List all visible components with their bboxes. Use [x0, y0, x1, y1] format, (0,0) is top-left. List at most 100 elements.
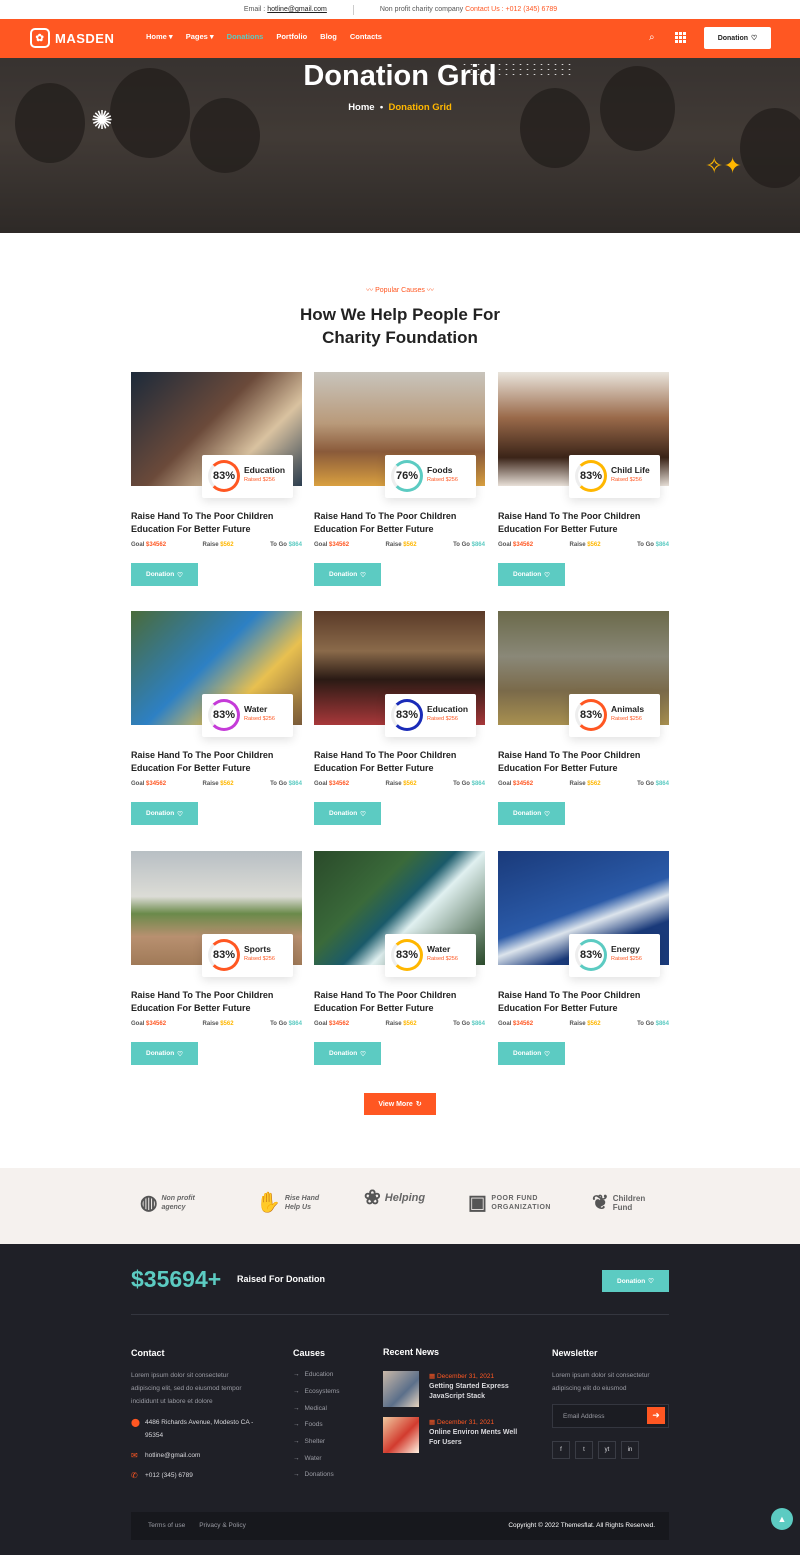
- donation-button[interactable]: Donation ♡: [498, 563, 565, 586]
- cause-title[interactable]: Raise Hand To The Poor Children Educatio…: [131, 749, 302, 775]
- linkedin-icon[interactable]: in: [621, 1441, 639, 1459]
- page-title: Donation Grid: [303, 60, 497, 92]
- donation-button[interactable]: Donation ♡: [314, 802, 381, 825]
- togo-stat: To Go $864: [637, 781, 669, 787]
- grid-menu-icon[interactable]: [675, 32, 686, 43]
- cause-title[interactable]: Raise Hand To The Poor Children Educatio…: [131, 989, 302, 1015]
- cause-link[interactable]: → Water: [293, 1455, 322, 1462]
- cause-title[interactable]: Raise Hand To The Poor Children Educatio…: [498, 510, 669, 536]
- donation-button[interactable]: Donation ♡: [498, 802, 565, 825]
- cause-title[interactable]: Raise Hand To The Poor Children Educatio…: [498, 749, 669, 775]
- heart-icon: ♡: [177, 1050, 183, 1058]
- goal-stat: Goal $34562: [498, 781, 534, 787]
- cause-link[interactable]: → Donations: [293, 1471, 334, 1478]
- cause-title[interactable]: Raise Hand To The Poor Children Educatio…: [498, 989, 669, 1015]
- news-item[interactable]: ▦ December 31, 2021 Online Environ Ments…: [383, 1417, 523, 1453]
- divider: [131, 1314, 669, 1315]
- cause-category: Sports: [244, 944, 271, 954]
- cause-raised: Raised $256: [427, 956, 458, 962]
- nav-item-donations[interactable]: Donations: [227, 32, 264, 41]
- footer-heading-contact: Contact: [131, 1348, 165, 1358]
- scroll-top-button[interactable]: ▲: [771, 1508, 793, 1530]
- twitter-icon[interactable]: t: [575, 1441, 593, 1459]
- refresh-icon: ↻: [415, 1101, 422, 1108]
- donation-button[interactable]: Donation ♡: [498, 1042, 565, 1065]
- donation-button[interactable]: Donation ♡: [131, 802, 198, 825]
- facebook-icon[interactable]: f: [552, 1441, 570, 1459]
- cause-category: Foods: [427, 465, 453, 475]
- footer-bottom-bar: Terms of use Privacy & Policy Copyright ©…: [131, 1512, 669, 1540]
- nav-item-blog[interactable]: Blog: [320, 32, 337, 41]
- partner-logo[interactable]: ▣ POOR FUND ORGANIZATION: [468, 1193, 551, 1213]
- stars-icon: ✧✦: [705, 153, 742, 178]
- raise-stat: Raise $562: [569, 781, 601, 787]
- progress-badge: 76% Foods Raised $256: [385, 455, 476, 498]
- breadcrumb-home[interactable]: Home: [348, 102, 374, 113]
- contact-text: Lorem ipsum dolor sit consectetur adipis…: [131, 1372, 242, 1405]
- globe-icon: ◍: [140, 1191, 158, 1214]
- partner-logo[interactable]: ❀ Helping: [364, 1188, 425, 1208]
- news-item[interactable]: ▦ December 31, 2021 Getting Started Expr…: [383, 1371, 523, 1407]
- donation-button[interactable]: Donation ♡: [131, 563, 198, 586]
- divider: [352, 4, 354, 15]
- raise-stat: Raise $562: [569, 542, 601, 548]
- togo-stat: To Go $864: [453, 781, 485, 787]
- progress-badge: 83% Energy Raised $256: [569, 934, 660, 977]
- cause-title[interactable]: Raise Hand To The Poor Children Educatio…: [131, 510, 302, 536]
- contact-address: ⬤ 4486 Richards Avenue, Modesto CA - 9535…: [131, 1416, 261, 1442]
- heart-icon: ♡: [751, 35, 758, 42]
- subscribe-button[interactable]: ➜: [647, 1407, 665, 1424]
- arrow-right-icon: →: [293, 1405, 300, 1412]
- search-icon[interactable]: ⌕: [649, 32, 655, 43]
- cause-link[interactable]: → Education: [293, 1371, 333, 1378]
- nav-item-portfolio[interactable]: Portfolio: [276, 32, 307, 41]
- raise-stat: Raise $562: [385, 781, 417, 787]
- cause-title[interactable]: Raise Hand To The Poor Children Educatio…: [314, 989, 485, 1015]
- phone-icon: ✆: [131, 1471, 138, 1480]
- email-link[interactable]: hotline@gmail.com: [267, 6, 327, 13]
- donation-button[interactable]: Donation ♡: [131, 1042, 198, 1065]
- news-title[interactable]: Getting Started Express JavaScript Stack: [429, 1382, 523, 1402]
- cause-link[interactable]: → Foods: [293, 1421, 323, 1428]
- privacy-link[interactable]: Privacy & Policy: [199, 1522, 246, 1529]
- footer: $35694+ Raised For Donation Donation ♡ Co…: [0, 1244, 800, 1555]
- cause-link[interactable]: → Shelter: [293, 1438, 325, 1445]
- cause-raised: Raised $256: [611, 477, 642, 483]
- progress-badge: 83% Sports Raised $256: [202, 934, 293, 977]
- nav-item-home[interactable]: Home ▾: [146, 32, 173, 41]
- nav-item-contacts[interactable]: Contacts: [350, 32, 382, 41]
- cause-raised: Raised $256: [611, 956, 642, 962]
- partner-logo[interactable]: ◍ Non profit agency: [140, 1191, 195, 1214]
- progress-ring: 83%: [575, 699, 607, 731]
- contact-phone[interactable]: Contact Us : +012 (345) 6789: [465, 6, 557, 13]
- togo-stat: To Go $864: [453, 1021, 485, 1027]
- cause-title[interactable]: Raise Hand To The Poor Children Educatio…: [314, 749, 485, 775]
- contact-email[interactable]: ✉ hotline@gmail.com: [131, 1449, 200, 1462]
- cause-stats: Goal $34562 Raise $562 To Go $864: [498, 781, 669, 787]
- view-more-button[interactable]: View More ↻: [364, 1093, 436, 1115]
- logo[interactable]: ✿ MASDEN: [30, 28, 114, 48]
- cause-title[interactable]: Raise Hand To The Poor Children Educatio…: [314, 510, 485, 536]
- cause-card: 83% Energy Raised $256 Raise Hand To The Po…: [498, 851, 669, 1067]
- nav-item-pages[interactable]: Pages ▾: [186, 32, 214, 41]
- news-title[interactable]: Online Environ Ments Well For Users: [429, 1428, 523, 1448]
- arrow-right-icon: →: [293, 1421, 300, 1428]
- donation-button[interactable]: Donation ♡: [314, 1042, 381, 1065]
- terms-link[interactable]: Terms of use: [148, 1522, 185, 1529]
- cause-link[interactable]: → Ecosystems: [293, 1388, 340, 1395]
- cause-card: 83% Education Raised $256 Raise Hand To The…: [314, 611, 485, 827]
- nav-donation-button[interactable]: Donation ♡: [704, 27, 771, 49]
- goal-stat: Goal $34562: [131, 1021, 167, 1027]
- donation-button[interactable]: Donation ♡: [314, 563, 381, 586]
- partner-logo[interactable]: ✋ Rise Hand Help Us: [256, 1193, 319, 1213]
- logo-icon: ✿: [30, 28, 50, 48]
- raised-amount: $35694+: [131, 1266, 222, 1292]
- contact-phone[interactable]: ✆ +012 (345) 6789: [131, 1469, 193, 1482]
- cause-link[interactable]: → Medical: [293, 1405, 327, 1412]
- togo-stat: To Go $864: [637, 1021, 669, 1027]
- partner-logo[interactable]: ❦ Children Fund: [592, 1193, 645, 1213]
- goal-stat: Goal $34562: [498, 1021, 534, 1027]
- cause-card: 83% Child Life Raised $256 Raise Hand To Th…: [498, 372, 669, 588]
- footer-donation-button[interactable]: Donation ♡: [602, 1270, 669, 1292]
- youtube-icon[interactable]: yt: [598, 1441, 616, 1459]
